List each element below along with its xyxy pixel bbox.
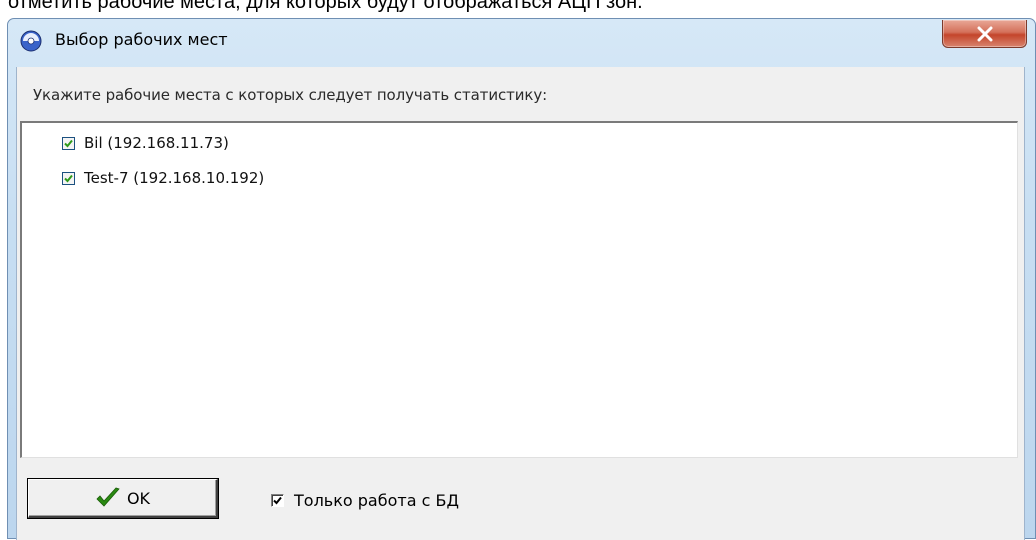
list-item[interactable]: Test-7 (192.168.10.192) <box>62 167 264 189</box>
workstation-label: Test-7 (192.168.10.192) <box>84 169 265 187</box>
list-item[interactable]: Bil (192.168.11.73) <box>62 132 229 154</box>
checkmark-icon <box>96 487 120 507</box>
workstation-label: Bil (192.168.11.73) <box>84 134 229 152</box>
close-icon <box>977 26 993 42</box>
checkmark-icon <box>273 496 282 504</box>
checkmark-icon <box>64 139 73 147</box>
db-only-label: Только работа с БД <box>294 490 459 510</box>
hint-panel: Укажите рабочие места с которых следует … <box>17 67 1024 120</box>
app-icon <box>20 30 42 52</box>
ok-button[interactable]: OK <box>28 479 218 518</box>
background-document-text: отметить рабочие места, для которых буду… <box>8 0 643 13</box>
dialog-client-area: Укажите рабочие места с которых следует … <box>16 67 1025 540</box>
checkmark-icon <box>64 174 73 182</box>
button-bar: OK Только работа с БД <box>17 462 1024 540</box>
hint-label: Укажите рабочие места с которых следует … <box>33 86 548 104</box>
title-bar[interactable]: Выбор рабочих мест <box>8 19 1035 67</box>
db-only-option[interactable]: Только работа с БД <box>271 490 459 510</box>
close-button[interactable] <box>942 20 1027 48</box>
workstation-checkbox[interactable] <box>62 136 75 150</box>
workstation-checkbox[interactable] <box>62 171 75 185</box>
ok-button-label: OK <box>126 488 151 508</box>
workstation-list[interactable]: Bil (192.168.11.73) Test-7 (192.168.10.1… <box>20 121 1018 458</box>
dialog-window: Выбор рабочих мест Укажите рабочие места… <box>7 18 1036 540</box>
window-title: Выбор рабочих мест <box>55 30 228 49</box>
db-only-checkbox[interactable] <box>271 493 284 507</box>
